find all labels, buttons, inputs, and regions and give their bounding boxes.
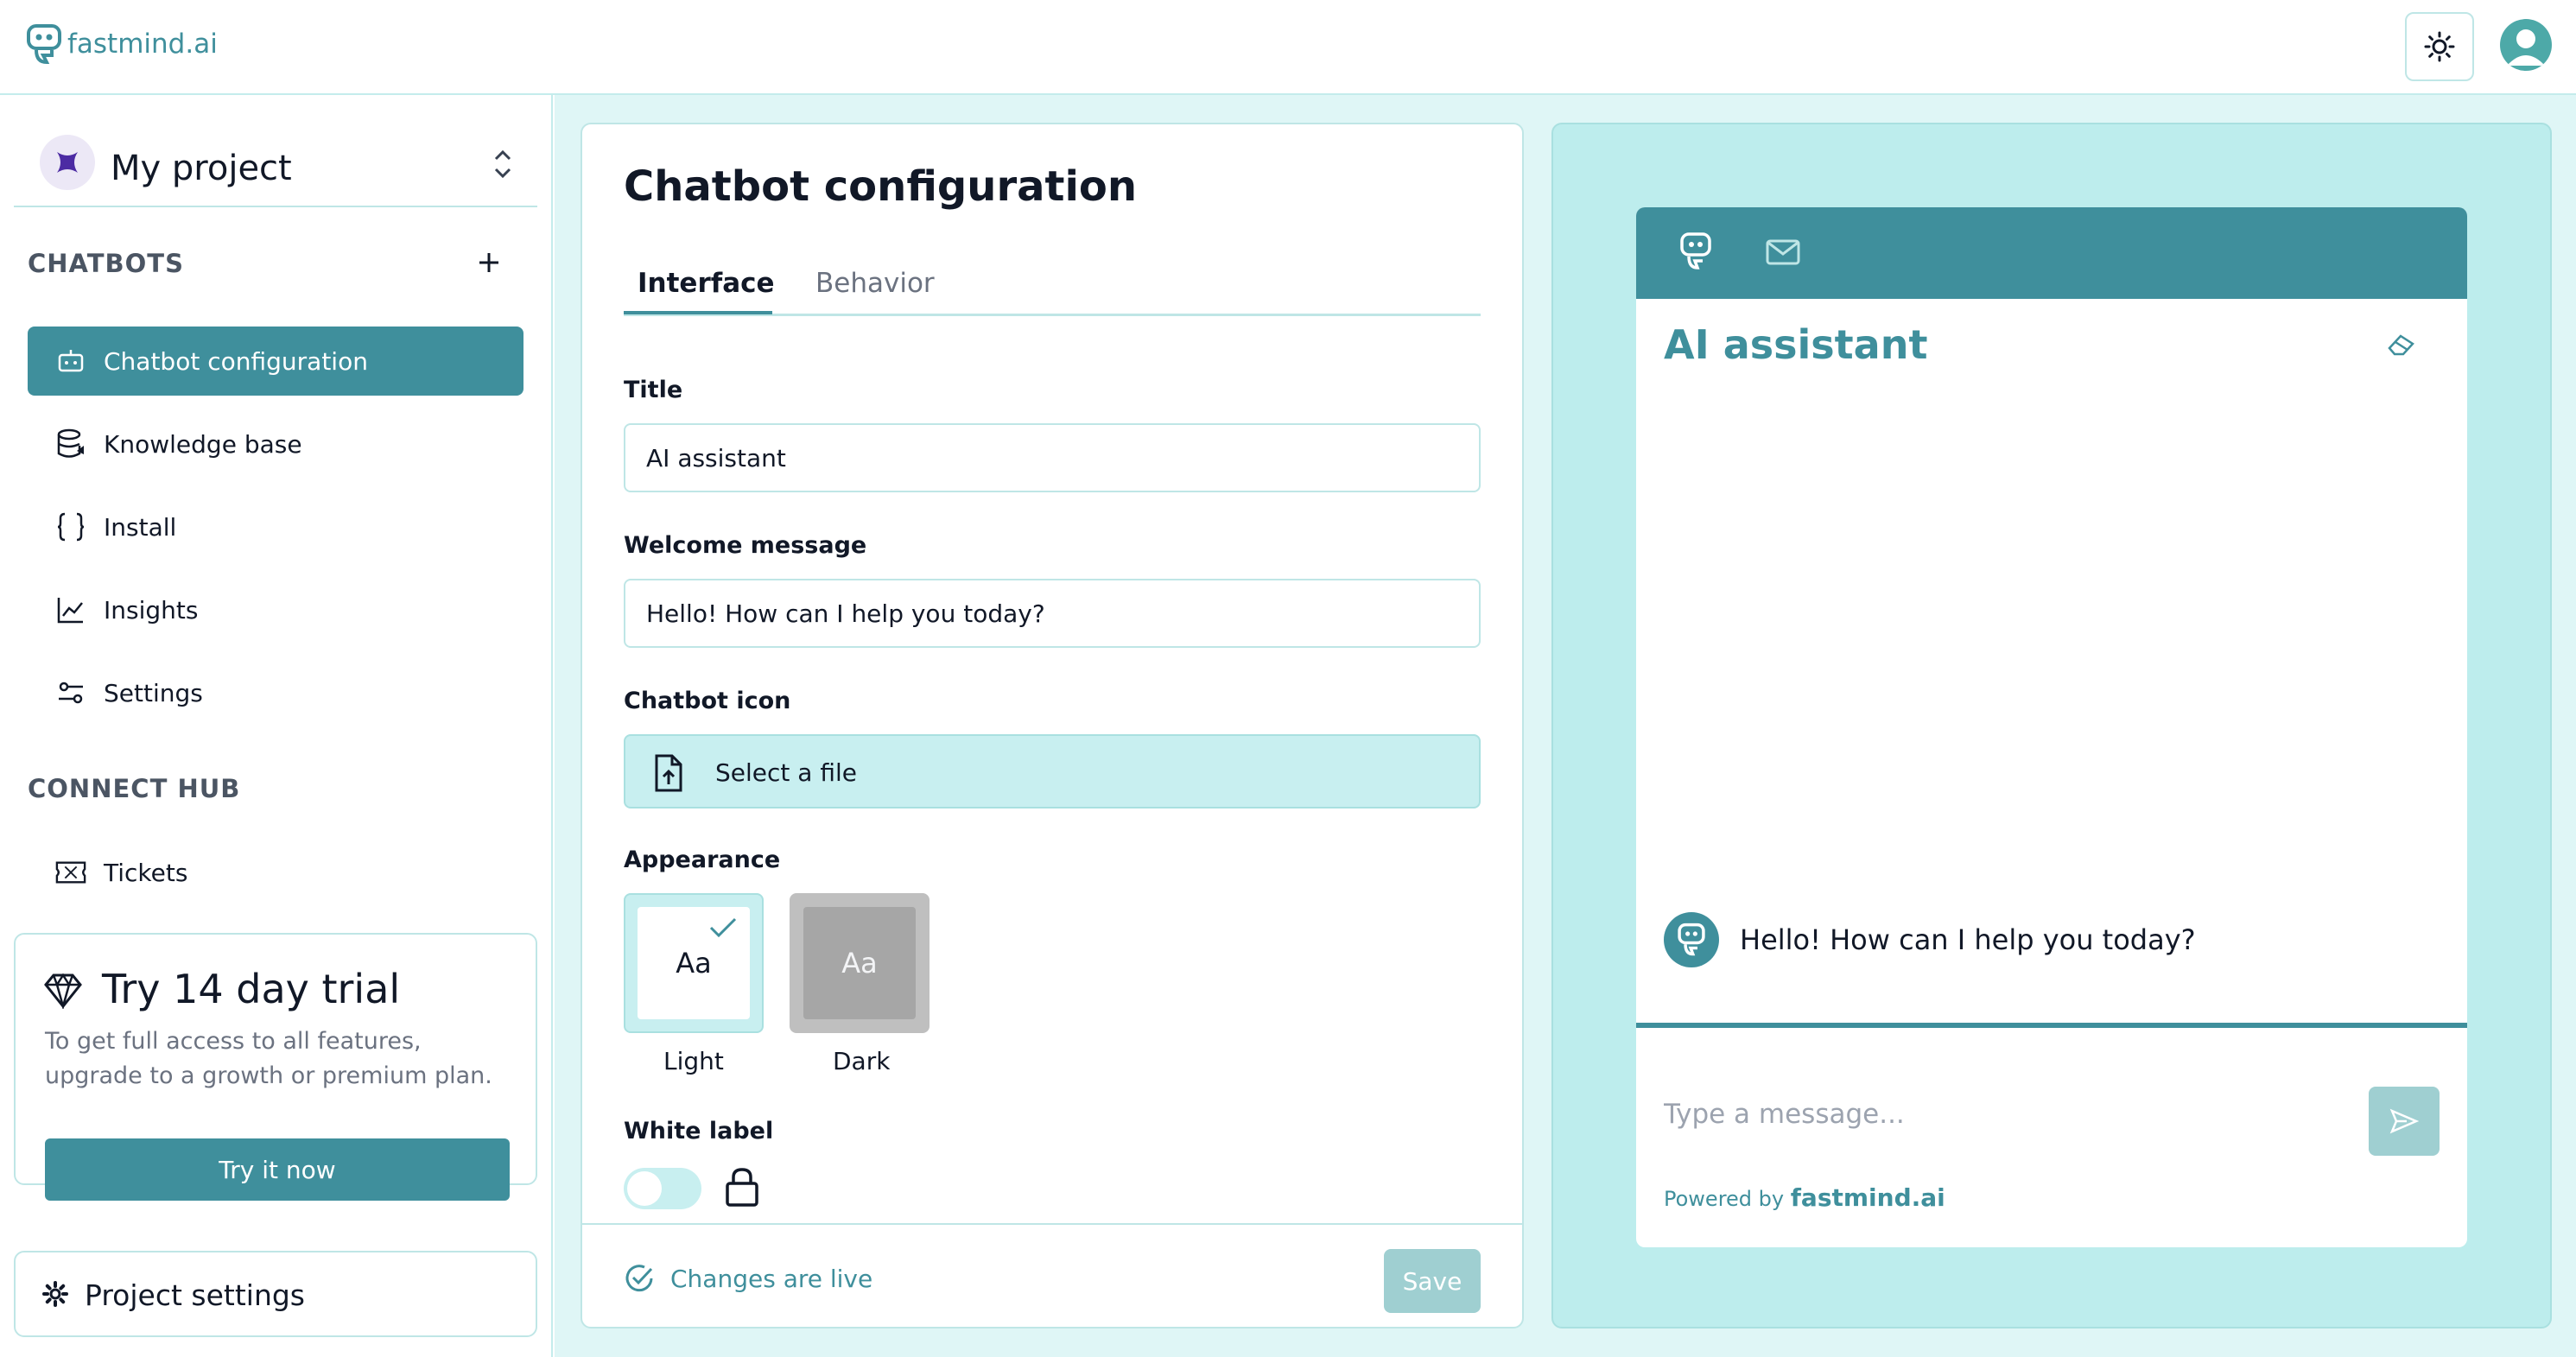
sun-icon <box>2424 31 2455 62</box>
sidebar-item-install[interactable]: Install <box>28 492 523 561</box>
trial-title: Try 14 day trial <box>102 966 401 1012</box>
save-button[interactable]: Save <box>1384 1249 1481 1313</box>
sidebar-item-chatbot-configuration[interactable]: Chatbot configuration <box>28 327 523 396</box>
chatbot-icon-label: Chatbot icon <box>624 688 791 714</box>
config-footer: Changes are live Save <box>582 1223 1522 1328</box>
live-status-text: Changes are live <box>670 1264 873 1293</box>
sidebar-item-label: Install <box>104 513 177 542</box>
tab-interface[interactable]: Interface <box>638 268 775 299</box>
sliders-icon <box>55 677 86 708</box>
braces-icon <box>55 511 86 542</box>
project-switcher[interactable]: My project <box>14 116 537 207</box>
try-it-now-button[interactable]: Try it now <box>45 1138 510 1201</box>
bot-welcome-message: Hello! How can I help you today? <box>1664 912 2196 967</box>
eraser-icon[interactable] <box>2386 332 2417 358</box>
sidebar-item-knowledge-base[interactable]: Knowledge base <box>28 409 523 479</box>
top-bar: fastmind.ai <box>0 0 2576 95</box>
live-status: Changes are live <box>624 1263 872 1294</box>
user-avatar-icon <box>2507 29 2545 66</box>
sidebar-item-tickets[interactable]: Tickets <box>28 838 523 907</box>
sidebar-item-insights[interactable]: Insights <box>28 575 523 644</box>
lock-icon <box>726 1168 758 1207</box>
light-caption: Light <box>663 1047 724 1075</box>
chatbots-section-label: CHATBOTS <box>28 249 184 278</box>
sidebar-item-settings[interactable]: Settings <box>28 658 523 727</box>
project-settings-label: Project settings <box>85 1278 305 1312</box>
sidebar-item-label: Tickets <box>104 859 188 887</box>
title-input[interactable] <box>624 423 1481 492</box>
widget-title: AI assistant <box>1664 321 1928 368</box>
database-icon <box>55 428 86 460</box>
check-icon <box>709 917 737 938</box>
tab-behavior[interactable]: Behavior <box>815 268 935 299</box>
check-circle-icon <box>625 1265 653 1292</box>
ticket-icon <box>55 857 86 888</box>
toggle-knob <box>627 1171 662 1206</box>
trial-description: To get full access to all features, upgr… <box>45 1028 492 1089</box>
add-chatbot-button[interactable] <box>473 247 504 278</box>
chart-line-icon <box>55 594 86 625</box>
welcome-message-input[interactable] <box>624 579 1481 648</box>
select-file-button[interactable]: Select a file <box>624 734 1481 808</box>
white-label-label: White label <box>624 1118 774 1145</box>
powered-by-text: Powered by <box>1664 1187 1785 1211</box>
white-label-toggle[interactable] <box>624 1168 701 1209</box>
powered-by-brand[interactable]: fastmind.ai <box>1791 1183 1945 1212</box>
file-upload-icon <box>655 754 682 792</box>
title-label: Title <box>624 377 683 403</box>
send-button[interactable] <box>2369 1087 2440 1156</box>
connect-hub-section-label: CONNECT HUB <box>28 774 241 803</box>
widget-header <box>1636 207 2467 299</box>
sidebar-item-label: Settings <box>104 679 203 707</box>
user-avatar[interactable] <box>2500 19 2552 71</box>
appearance-option-dark[interactable]: Aa <box>790 893 930 1033</box>
config-tabs: Interface Behavior <box>624 250 1481 316</box>
sidebar-item-label: Knowledge base <box>104 430 302 459</box>
dark-preview: Aa <box>803 907 916 1019</box>
sidebar-item-label: Insights <box>104 596 199 625</box>
message-input[interactable] <box>1664 1088 2338 1140</box>
bot-icon <box>55 346 86 377</box>
brand-name: fastmind.ai <box>67 29 218 60</box>
chevron-up-down-icon <box>494 149 511 179</box>
appearance-label: Appearance <box>624 847 781 873</box>
gear-icon <box>42 1281 68 1307</box>
theme-toggle-button[interactable] <box>2405 12 2474 81</box>
bot-message-text: Hello! How can I help you today? <box>1740 923 2196 956</box>
diamond-icon <box>44 973 82 1009</box>
project-settings-button[interactable]: Project settings <box>14 1251 537 1337</box>
brand-logo[interactable]: fastmind.ai <box>26 22 218 66</box>
powered-by: Powered by fastmind.ai <box>1664 1183 1945 1212</box>
appearance-option-light[interactable]: Aa <box>624 893 764 1033</box>
plus-icon <box>479 253 498 272</box>
widget-divider <box>1636 1023 2467 1028</box>
select-file-label: Select a file <box>715 758 857 787</box>
project-name: My project <box>111 149 292 188</box>
bot-chat-icon[interactable] <box>1679 231 1712 271</box>
bot-chat-icon <box>1678 923 1705 956</box>
sidebar: My project CHATBOTS Chatbot configuratio… <box>0 95 553 1357</box>
trial-card: Try 14 day trial To get full access to a… <box>14 933 537 1201</box>
send-icon <box>2389 1108 2419 1134</box>
dark-caption: Dark <box>833 1047 891 1075</box>
chatbot-config-panel: Chatbot configuration Interface Behavior… <box>581 123 1524 1328</box>
mail-icon[interactable] <box>1766 238 1800 266</box>
sidebar-item-label: Chatbot configuration <box>104 347 368 376</box>
chat-widget-preview: AI assistant Hello! How can I help you t… <box>1636 207 2467 1247</box>
bot-logo-icon <box>27 24 61 65</box>
page-title: Chatbot configuration <box>624 162 1138 211</box>
active-tab-indicator <box>624 311 772 314</box>
welcome-message-label: Welcome message <box>624 532 867 559</box>
project-x-icon <box>40 135 95 190</box>
bot-avatar <box>1664 912 1719 967</box>
